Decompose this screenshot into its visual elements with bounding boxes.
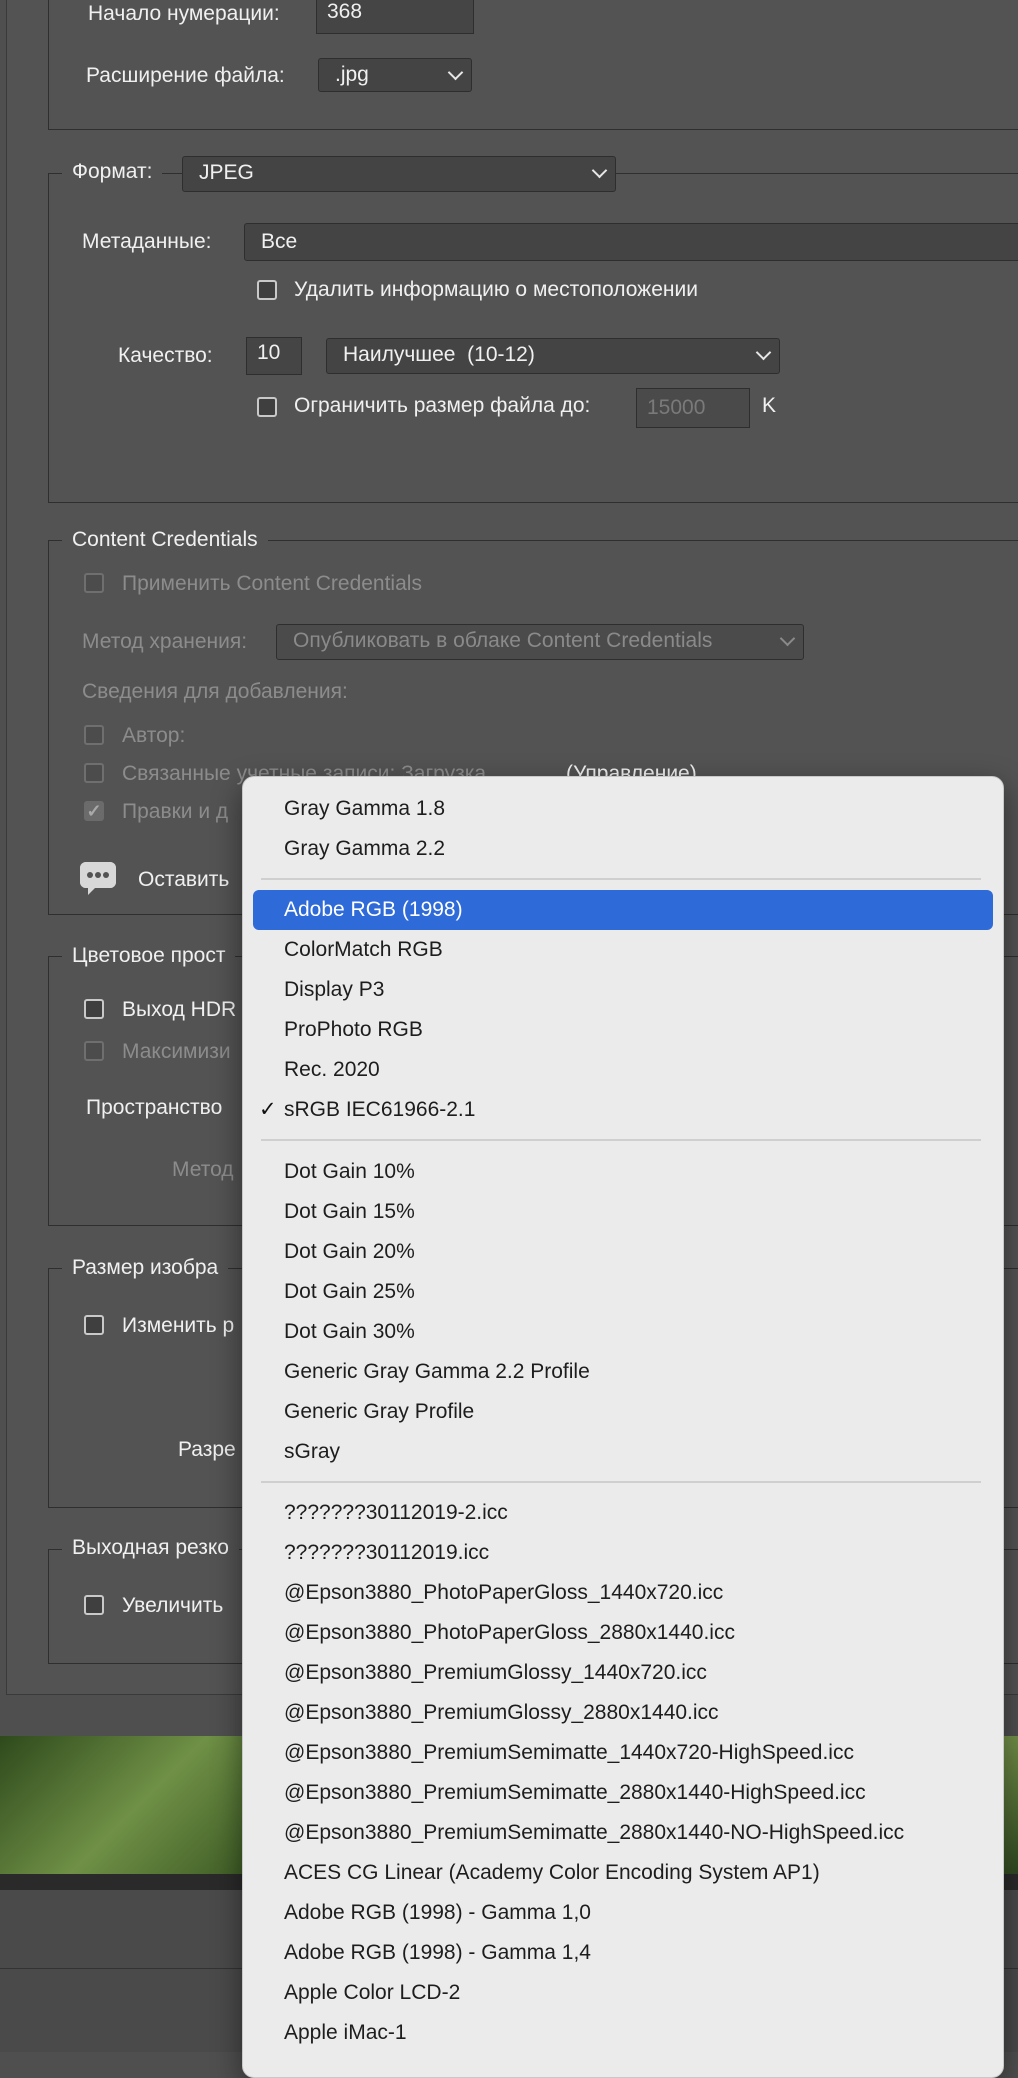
menu-item-profile[interactable]: @Epson3880_PremiumSemimatte_1440x720-Hig… — [284, 1733, 854, 1773]
menu-item-gray-gamma-18[interactable]: Gray Gamma 1.8 — [284, 789, 445, 829]
file-extension-select[interactable]: .jpg — [318, 58, 472, 92]
menu-item-profile[interactable]: Apple Color LCD-2 — [284, 1973, 460, 2013]
chevron-down-icon — [447, 64, 464, 81]
leave-label: Оставить — [138, 868, 230, 891]
apply-content-credentials-checkbox[interactable] — [84, 573, 104, 593]
maximize-label: Максимизи — [122, 1040, 231, 1063]
storage-method-label: Метод хранения: — [82, 630, 248, 653]
menu-item-profile[interactable]: @Epson3880_PremiumGlossy_2880x1440.icc — [284, 1693, 719, 1733]
file-extension-value: .jpg — [335, 63, 369, 86]
resize-checkbox[interactable] — [84, 1315, 104, 1335]
menu-item-profile[interactable]: Adobe RGB (1998) - Gamma 1,0 — [284, 1893, 591, 1933]
menu-item-profile[interactable]: ACES CG Linear (Academy Color Encoding S… — [284, 1853, 820, 1893]
menu-item-dot-gain-15[interactable]: Dot Gain 15% — [284, 1192, 415, 1232]
quality-input[interactable]: 10 — [246, 337, 302, 375]
content-credentials-legend: Content Credentials — [62, 528, 268, 552]
linked-accounts-checkbox[interactable] — [84, 763, 104, 783]
menu-item-profile[interactable]: Adobe RGB (1998) - Gamma 1,4 — [284, 1933, 591, 1973]
format-value: JPEG — [199, 161, 254, 184]
format-select[interactable]: JPEG — [182, 156, 616, 192]
menu-item-profile[interactable]: @Epson3880_PremiumGlossy_1440x720.icc — [284, 1653, 707, 1693]
menu-item-dot-gain-25[interactable]: Dot Gain 25% — [284, 1272, 415, 1312]
hdr-output-checkbox[interactable] — [84, 999, 104, 1019]
quality-preset-value: Наилучшее (10-12) — [343, 343, 535, 366]
menu-item-dot-gain-20[interactable]: Dot Gain 20% — [284, 1232, 415, 1272]
start-number-label: Начало нумерации: — [88, 2, 280, 25]
menu-item-generic-gray-profile[interactable]: Generic Gray Profile — [284, 1392, 474, 1432]
quality-preset-select[interactable]: Наилучшее (10-12) — [326, 338, 780, 374]
remove-location-label: Удалить информацию о местоположении — [294, 278, 698, 301]
menu-item-profile[interactable]: ???????30112019.icc — [284, 1533, 489, 1573]
format-legend: Формат: — [62, 160, 163, 184]
hdr-output-label: Выход HDR — [122, 998, 237, 1021]
comment-icon — [80, 862, 116, 895]
limit-file-size-input[interactable]: 15000 — [636, 388, 750, 428]
storage-method-select[interactable]: Опубликовать в облаке Content Credential… — [276, 624, 804, 660]
enlarge-label: Увеличить — [122, 1594, 224, 1617]
author-label: Автор: — [122, 724, 186, 747]
start-number-input[interactable]: 368 — [316, 0, 474, 34]
info-to-add-label: Сведения для добавления: — [82, 680, 348, 703]
menu-item-profile[interactable]: @Epson3880_PremiumSemimatte_2880x1440-NO… — [284, 1813, 904, 1853]
menu-item-adobe-rgb-1998[interactable]: Adobe RGB (1998) — [284, 890, 463, 930]
chevron-down-icon — [591, 162, 608, 179]
menu-item-display-p3[interactable]: Display P3 — [284, 970, 384, 1010]
menu-item-profile[interactable]: @Epson3880_PhotoPaperGloss_2880x1440.icc — [284, 1613, 735, 1653]
edits-checkbox[interactable]: ✓ — [84, 801, 104, 821]
menu-item-profile[interactable]: Apple iMac-1 — [284, 2013, 407, 2053]
resize-label: Изменить р — [122, 1314, 235, 1337]
enlarge-checkbox[interactable] — [84, 1595, 104, 1615]
metadata-select[interactable]: Все — [244, 223, 1018, 261]
limit-file-size-checkbox[interactable] — [257, 397, 277, 417]
file-extension-label: Расширение файла: — [86, 64, 285, 87]
menu-item-profile[interactable]: @Epson3880_PhotoPaperGloss_1440x720.icc — [284, 1573, 723, 1613]
menu-item-profile[interactable]: @Epson3880_PremiumSemimatte_2880x1440-Hi… — [284, 1773, 866, 1813]
checkmark-icon: ✓ — [259, 1098, 277, 1121]
menu-item-dot-gain-10[interactable]: Dot Gain 10% — [284, 1152, 415, 1192]
metadata-value: Все — [261, 230, 298, 253]
menu-item-gray-gamma-22[interactable]: Gray Gamma 2.2 — [284, 829, 445, 869]
sharpening-legend: Выходная резко — [62, 1536, 239, 1560]
color-space-legend: Цветовое прост — [62, 944, 236, 968]
chevron-down-icon — [755, 344, 772, 361]
resolution-label: Разре — [178, 1438, 236, 1461]
menu-item-generic-gray-gamma-22[interactable]: Generic Gray Gamma 2.2 Profile — [284, 1352, 590, 1392]
chevron-down-icon — [779, 630, 796, 647]
menu-item-colormatch-rgb[interactable]: ColorMatch RGB — [284, 930, 443, 970]
menu-item-srgb[interactable]: sRGB IEC61966-2.1 — [284, 1090, 475, 1130]
menu-item-sgray[interactable]: sGray — [284, 1432, 340, 1472]
menu-item-dot-gain-30[interactable]: Dot Gain 30% — [284, 1312, 415, 1352]
author-checkbox[interactable] — [84, 725, 104, 745]
menu-separator — [261, 1481, 981, 1483]
apply-content-credentials-label: Применить Content Credentials — [122, 572, 422, 595]
metadata-label: Метаданные: — [82, 230, 212, 253]
edits-label: Правки и д — [122, 800, 229, 823]
menu-item-profile[interactable]: ???????30112019-2.icc — [284, 1493, 508, 1533]
color-profile-menu: Gray Gamma 1.8 Gray Gamma 2.2 Adobe RGB … — [242, 776, 1004, 2078]
limit-file-size-unit: K — [762, 394, 777, 417]
maximize-checkbox[interactable] — [84, 1041, 104, 1061]
storage-method-value: Опубликовать в облаке Content Credential… — [293, 629, 713, 652]
quality-label: Качество: — [118, 344, 213, 367]
color-space-label: Пространство — [86, 1096, 223, 1119]
menu-item-rec-2020[interactable]: Rec. 2020 — [284, 1050, 380, 1090]
remove-location-checkbox[interactable] — [257, 280, 277, 300]
menu-item-prophoto-rgb[interactable]: ProPhoto RGB — [284, 1010, 423, 1050]
image-size-legend: Размер изобра — [62, 1256, 229, 1280]
menu-separator — [261, 1139, 981, 1141]
conversion-method-label: Метод — [172, 1158, 234, 1181]
menu-separator — [261, 878, 981, 880]
limit-file-size-label: Ограничить размер файла до: — [294, 394, 591, 417]
